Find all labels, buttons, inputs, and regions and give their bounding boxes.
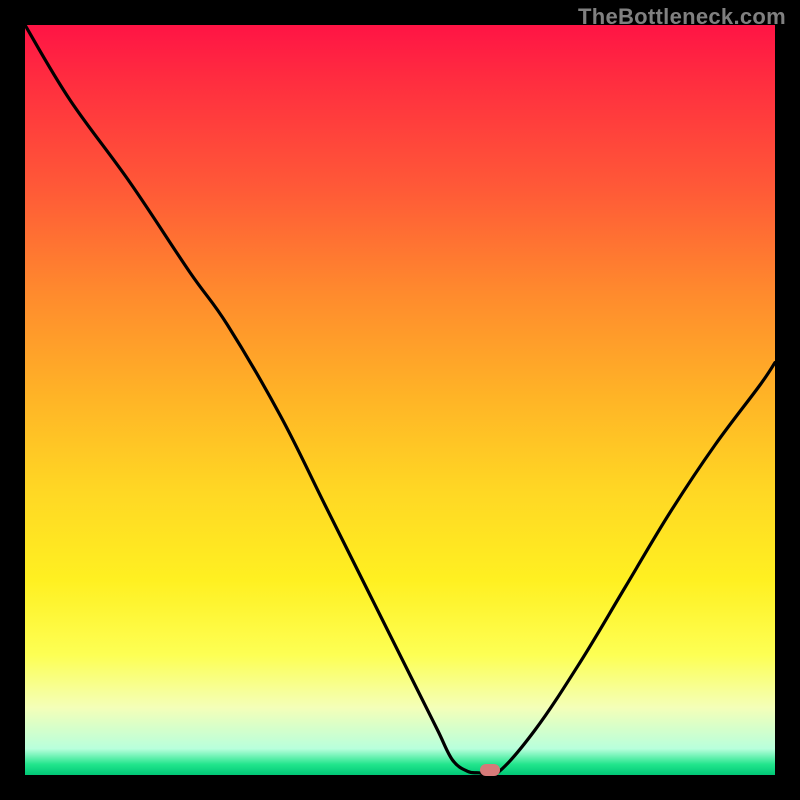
plot-area <box>25 25 775 775</box>
chart-frame: TheBottleneck.com <box>0 0 800 800</box>
bottleneck-curve <box>25 25 775 775</box>
optimal-marker <box>480 764 500 776</box>
